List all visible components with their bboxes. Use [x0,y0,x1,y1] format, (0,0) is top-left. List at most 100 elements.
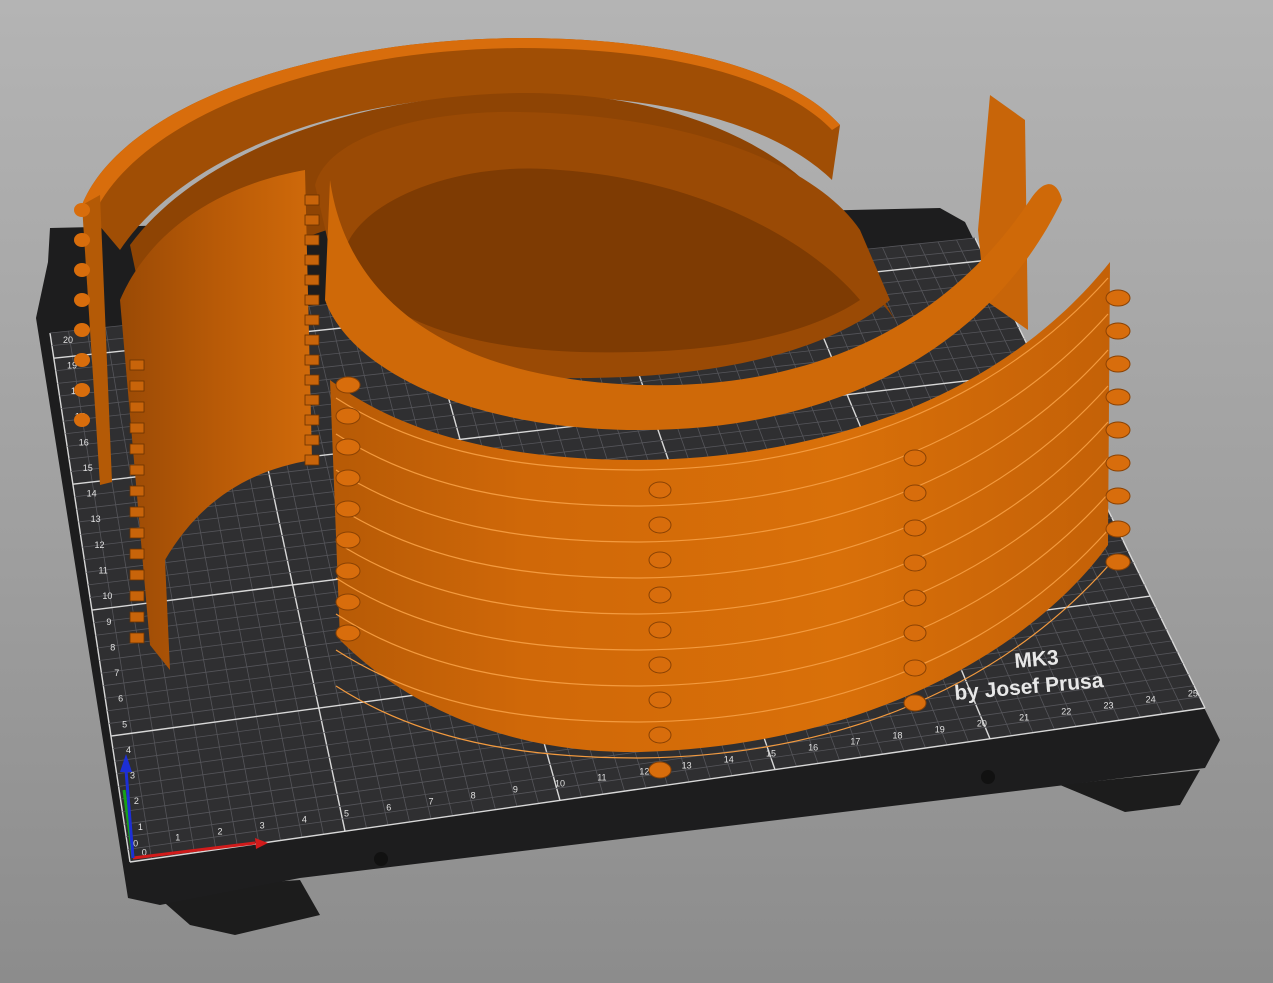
x-tick-label: 14 [724,754,734,764]
x-tick-label: 12 [639,766,649,776]
x-tick-label: 16 [808,742,818,752]
tab-knob [1105,553,1131,571]
x-tick-label: 9 [513,784,518,794]
tab-knob [74,293,90,307]
x-tick-label: 15 [766,748,776,758]
bed-screw-hole [981,770,995,784]
x-tick-label: 10 [555,778,565,788]
tooth [304,334,320,346]
tooth [304,214,320,226]
tooth [129,590,145,602]
tab-knob [335,376,361,394]
tooth [129,464,145,476]
tab-knob [1105,520,1131,538]
y-tick-label: 2 [134,796,139,806]
x-tick-label: 4 [302,814,307,824]
tab-knob [1105,289,1131,307]
y-tick-label: 20 [63,335,73,345]
x-tick-label: 13 [682,760,692,770]
tab-knob [74,263,90,277]
tab-knob [648,551,672,569]
x-tick-label: 11 [597,772,606,782]
x-tick-label: 21 [1019,712,1029,722]
y-tick-label: 5 [122,719,127,729]
tooth [304,274,320,286]
bed-label-line1: MK3 [1013,646,1059,673]
bed-screw-hole [374,852,388,866]
x-tick-label: 19 [935,724,945,734]
x-tick-label: 3 [260,820,265,830]
tab-knob [335,407,361,425]
x-tick-label: 5 [344,808,349,818]
tooth [129,611,145,623]
tab-knob [74,383,90,397]
tab-knob [335,562,361,580]
3d-viewport[interactable]: 0 1 2 3 4 5 6 7 8 9 10 11 12 13 14 15 16 17 18 19 20 21 22 23 24… [0,0,1273,983]
tooth [304,374,320,386]
tab-knob [648,586,672,604]
x-tick-label: 18 [893,730,903,740]
y-tick-label: 15 [83,463,93,473]
y-tick-label: 7 [114,668,119,678]
y-tick-label: 1 [138,822,143,832]
x-tick-label: 20 [977,718,987,728]
y-tick-label: 13 [91,514,101,524]
tab-knob [74,413,90,427]
tooth [129,401,145,413]
tab-knob [74,233,90,247]
x-tick-label: 24 [1146,694,1156,704]
x-tick-label: 17 [850,736,860,746]
x-tick-label: 23 [1103,700,1113,710]
tab-knob [74,323,90,337]
tooth [304,434,320,446]
x-tick-label: 1 [175,832,180,842]
tooth [304,414,320,426]
tab-knob [903,694,927,712]
tab-knob [1105,421,1131,439]
tab-knob [648,516,672,534]
tab-knob [1105,322,1131,340]
tab-knob [648,656,672,674]
tab-knob [335,500,361,518]
tab-knob [648,691,672,709]
y-tick-label: 12 [95,540,105,550]
tab-knob [903,659,927,677]
y-tick-label: 3 [130,771,135,781]
y-tick-label: 6 [118,694,123,704]
tab-knob [903,624,927,642]
tab-knob [648,761,672,779]
tab-knob [335,593,361,611]
tooth [129,359,145,371]
tooth [304,314,320,326]
tab-knob [903,589,927,607]
tab-knob [903,484,927,502]
tooth [304,354,320,366]
tooth [129,380,145,392]
y-tick-label: 14 [87,489,97,499]
tab-knob [903,449,927,467]
tab-knob [335,438,361,456]
tab-knob [903,554,927,572]
y-tick-label: 8 [110,642,115,652]
tab-knob [648,726,672,744]
tooth [304,454,320,466]
tooth [304,194,320,206]
x-tick-label: 7 [428,796,433,806]
tab-knob [648,481,672,499]
tab-knob [335,531,361,549]
tooth [129,506,145,518]
x-tick-label: 25 [1188,688,1198,698]
plater-scene[interactable]: 0123456789101112131415161718192021222324… [0,0,1273,983]
tab-knob [1105,355,1131,373]
tab-knob [1105,388,1131,406]
y-tick-label: 4 [126,745,131,755]
tooth [304,294,320,306]
tooth [129,527,145,539]
tooth [129,569,145,581]
tab-knob [648,621,672,639]
y-tick-label: 10 [102,591,112,601]
tab-knob [74,353,90,367]
tab-knob [1105,454,1131,472]
tooth [129,632,145,644]
tooth [129,548,145,560]
